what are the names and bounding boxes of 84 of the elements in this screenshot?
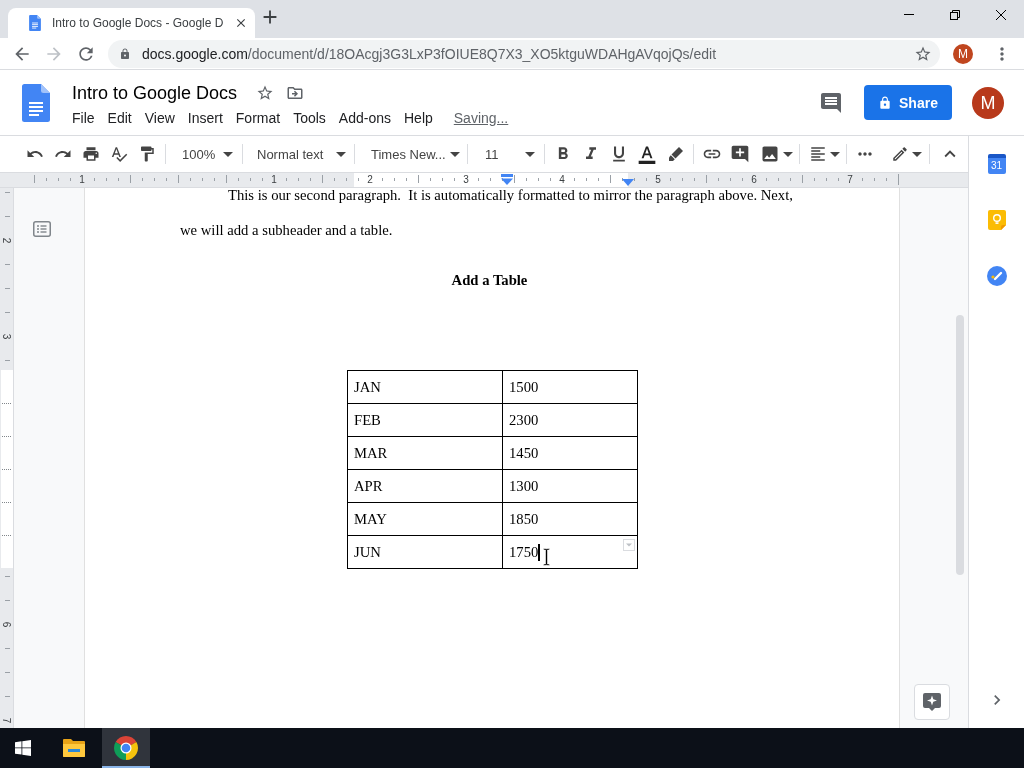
cell-text: MAY xyxy=(354,510,387,528)
share-button[interactable]: Share xyxy=(864,85,952,120)
lock-icon xyxy=(119,47,131,60)
star-icon[interactable] xyxy=(256,84,275,102)
windows-logo-icon[interactable] xyxy=(15,740,31,756)
menu-item[interactable]: Help xyxy=(404,110,433,126)
comment-icon[interactable] xyxy=(819,90,843,115)
menu-item[interactable]: Format xyxy=(235,110,281,126)
sparkle-bubble-icon xyxy=(923,693,941,711)
ruler-number: 1 xyxy=(79,173,85,186)
ruler-number: 7 xyxy=(847,173,853,186)
cell-text: FEB xyxy=(354,411,381,429)
ruler-number: 6 xyxy=(751,173,757,186)
spellcheck-icon[interactable] xyxy=(110,145,128,163)
url-text: docs.google.com/document/d/18OAcgj3G3LxP3fOIUE8Q7X3_XO5ktguWDAHgAVqojQs/edit xyxy=(142,45,718,62)
docs-logo-icon[interactable] xyxy=(22,84,50,122)
menu-item[interactable]: Tools xyxy=(293,110,326,126)
calendar-icon[interactable]: 31 xyxy=(987,154,1006,174)
menu-item[interactable]: View xyxy=(144,110,175,126)
docs-favicon-icon[interactable] xyxy=(29,15,41,31)
caret-icon[interactable] xyxy=(223,151,233,157)
ruler-number: 3 xyxy=(0,332,13,342)
font-size-dropdown[interactable]: 11 xyxy=(472,140,540,168)
caret-icon[interactable] xyxy=(450,151,460,157)
ruler-number: 6 xyxy=(0,620,13,630)
ruler-number: 7 xyxy=(0,716,13,726)
style-dropdown[interactable]: Normal text xyxy=(247,140,350,168)
folder-arrow-icon[interactable] xyxy=(286,84,305,102)
cell-text: 2300 xyxy=(509,411,539,429)
ruler-number: 3 xyxy=(463,173,469,186)
cell-text: 1500 xyxy=(509,378,539,396)
highlighter-icon[interactable] xyxy=(667,146,683,162)
outline-list-icon[interactable] xyxy=(33,221,51,237)
folder-icon[interactable] xyxy=(63,739,85,757)
text-color-icon[interactable] xyxy=(637,144,657,164)
document-title[interactable]: Intro to Google Docs xyxy=(72,82,238,104)
ruler-number: 2 xyxy=(0,236,13,246)
cell-text: APR xyxy=(354,477,383,495)
menu-item[interactable]: Add-ons xyxy=(338,110,391,126)
left-indent-icon[interactable] xyxy=(501,174,513,185)
menu-item[interactable]: File xyxy=(72,110,95,126)
check-circle-icon[interactable] xyxy=(986,266,1007,286)
ruler-number: 5 xyxy=(655,173,661,186)
cell-text: 1850 xyxy=(509,510,539,528)
cell-text: MAR xyxy=(354,444,388,462)
add-comment-icon[interactable] xyxy=(730,144,750,164)
cell-text: 1750 xyxy=(509,543,539,561)
caret-icon[interactable] xyxy=(783,151,793,157)
cell-text: JUN xyxy=(354,543,381,561)
close-icon[interactable] xyxy=(996,9,1006,20)
cell-text: 1450 xyxy=(509,444,539,462)
zoom-dropdown[interactable]: 100% xyxy=(170,140,238,168)
paint-roller-icon[interactable] xyxy=(138,145,156,163)
ruler-number: 2 xyxy=(367,173,373,186)
cell-text: 1300 xyxy=(509,477,539,495)
caret-icon[interactable] xyxy=(830,151,840,157)
pencil-icon[interactable] xyxy=(891,145,909,163)
body-paragraph: This is our second paragraph. It is automatically formatted to mirror the paragraph above. Next, we will add a subheader and a table. xyxy=(180,188,794,240)
cell-text: JAN xyxy=(354,378,381,396)
address-bar[interactable]: docs.google.com/document/d/18OAcgj3G3LxP3fOIUE8Q7X3_XO5ktguWDAHgAVqojQs/edit xyxy=(108,39,940,68)
scrollbar-thumb[interactable] xyxy=(956,315,964,575)
image-icon[interactable] xyxy=(760,144,780,164)
font-dropdown[interactable]: Times New... xyxy=(359,140,463,168)
section-heading: Add a Table xyxy=(450,272,529,289)
save-status-link[interactable]: Saving... xyxy=(453,110,509,126)
browser-tab[interactable]: Intro to Google Docs - Google D xyxy=(8,8,255,38)
menu-item[interactable]: Insert xyxy=(187,110,223,126)
taskbar-button[interactable] xyxy=(102,728,150,768)
caret-icon[interactable] xyxy=(336,151,346,157)
chrome-logo-icon[interactable] xyxy=(114,736,138,760)
print-icon[interactable] xyxy=(82,145,100,163)
right-indent-icon[interactable] xyxy=(622,179,634,186)
profile-avatar[interactable]: M xyxy=(953,43,973,64)
align-left-icon[interactable] xyxy=(809,145,827,163)
ruler-number: 1 xyxy=(271,173,277,186)
caret-icon[interactable] xyxy=(525,151,535,157)
account-avatar[interactable]: M xyxy=(972,86,1004,119)
explore-button[interactable] xyxy=(914,684,950,720)
text-cursor-icon xyxy=(543,548,550,566)
restore-icon[interactable] xyxy=(950,9,960,20)
menu-item[interactable]: Edit xyxy=(107,110,132,126)
caret-icon[interactable] xyxy=(912,151,922,157)
lock-icon xyxy=(878,95,893,110)
ruler-number: 4 xyxy=(559,173,565,186)
